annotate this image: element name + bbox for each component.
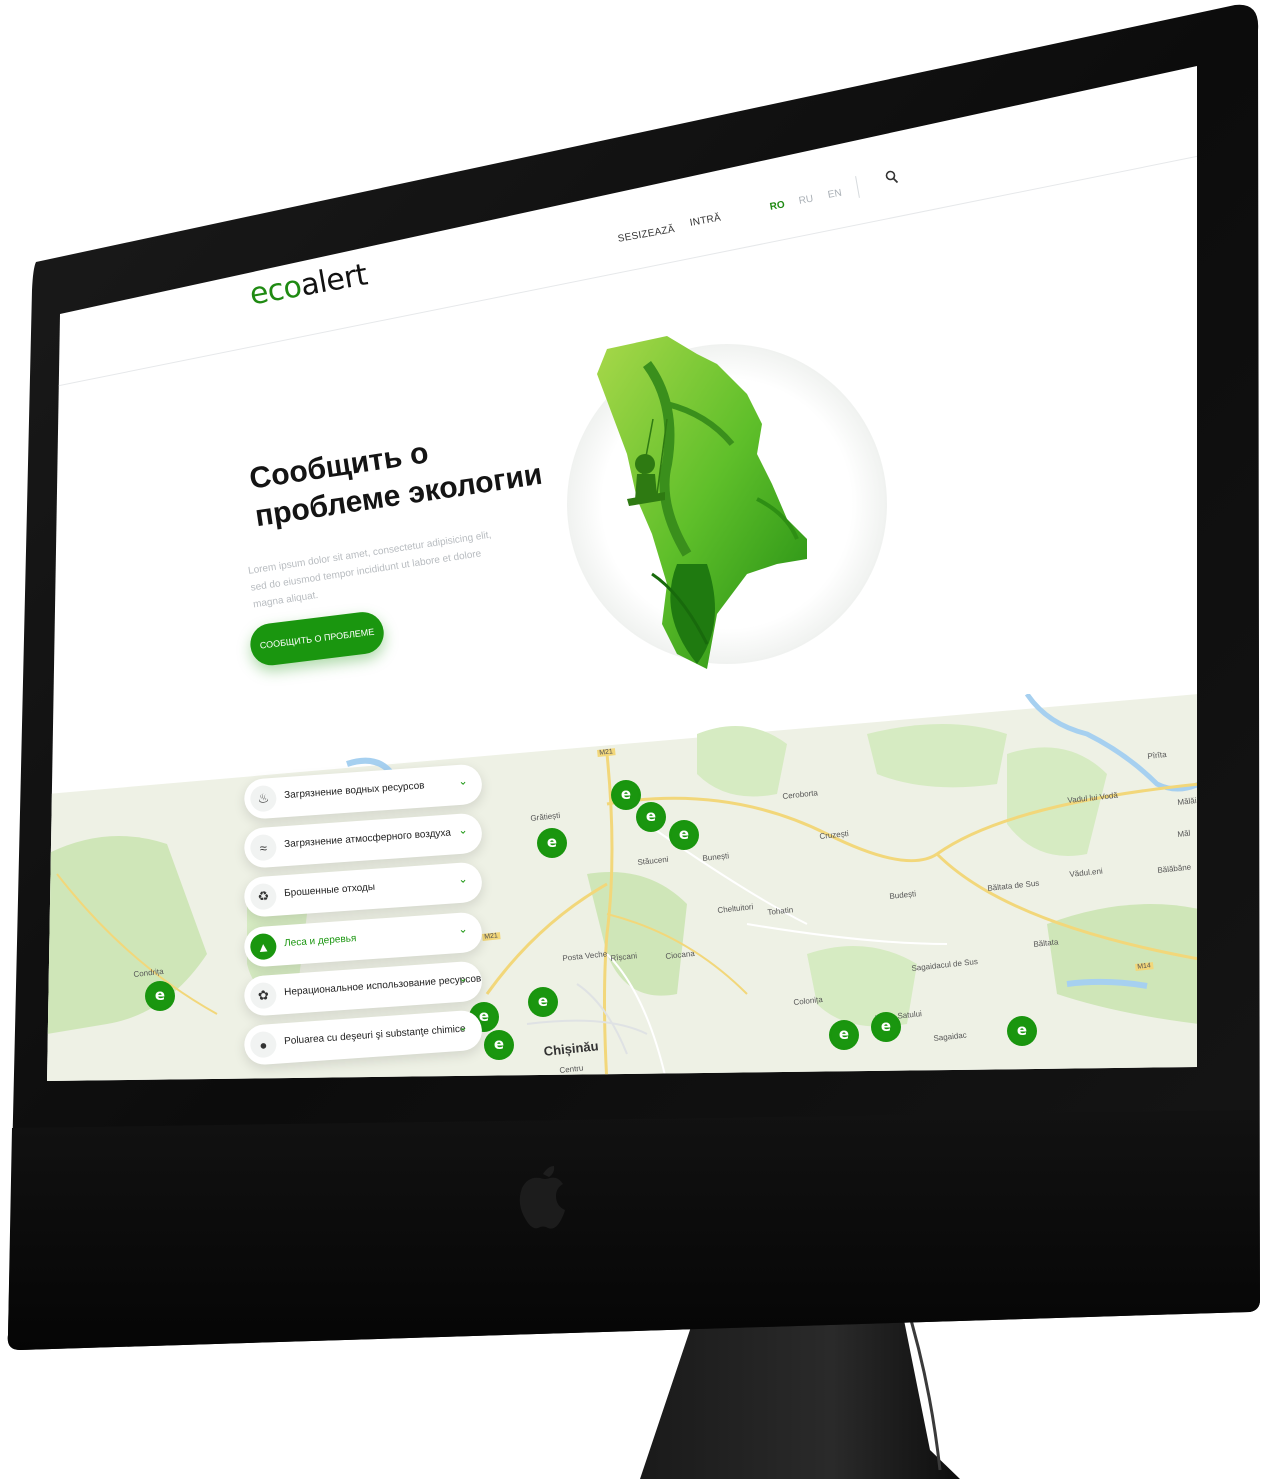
map-marker[interactable] [484,1030,514,1060]
chemicals-icon: ● [249,1030,278,1059]
problems-map[interactable]: Grătiești Stăuceni Bunești Ceroborta Cru… [47,694,1197,1081]
map-label: Măl [1177,828,1191,839]
chevron-down-icon: ⌄ [458,824,469,837]
tree-icon: ▲ [249,932,278,961]
filter-label: Брошенные отходы [283,881,376,900]
filter-label: Леса и деревья [283,933,357,950]
chevron-down-icon: ⌄ [458,775,469,788]
map-marker[interactable] [829,1020,859,1050]
water-icon: ♨ [249,784,278,813]
moldova-forest-illustration [567,336,887,669]
map-marker[interactable] [636,802,666,832]
chevron-down-icon: ⌄ [458,873,469,886]
map-marker[interactable] [145,981,175,1011]
hero-description: Lorem ipsum dolor sit amet, consectetur … [247,529,493,611]
filter-label: Загрязнение водных ресурсов [283,780,425,802]
hero-title: Сообщить о проблеме экологии [247,436,545,534]
filter-label: Poluarea cu deşeuri şi substanţe chimice [283,1023,466,1048]
search-icon[interactable] [885,170,899,184]
map-marker[interactable] [528,987,558,1017]
chevron-down-icon: ⌄ [458,923,469,936]
map-marker[interactable] [871,1012,901,1042]
imac-device: ecoalert SESIZEAZĂ INTRĂ RO RU EN Сообщи… [0,0,1272,1479]
map-marker[interactable] [537,828,567,858]
filter-label: Нерациональное использование ресурсов [283,973,482,999]
map-marker[interactable] [611,780,641,810]
chevron-down-icon: ⌄ [458,1021,469,1034]
map-marker[interactable] [669,820,699,850]
filter-label: Загрязнение атмосферного воздуха [283,827,452,851]
waste-icon: ♻ [249,882,278,911]
chevron-down-icon: ⌄ [458,972,469,985]
report-problem-button[interactable]: СООБЩИТЬ О ПРОБЛЕМЕ [248,609,387,668]
air-icon: ≈ [249,833,278,862]
map-marker[interactable] [1007,1016,1037,1046]
resources-icon: ✿ [249,981,278,1010]
